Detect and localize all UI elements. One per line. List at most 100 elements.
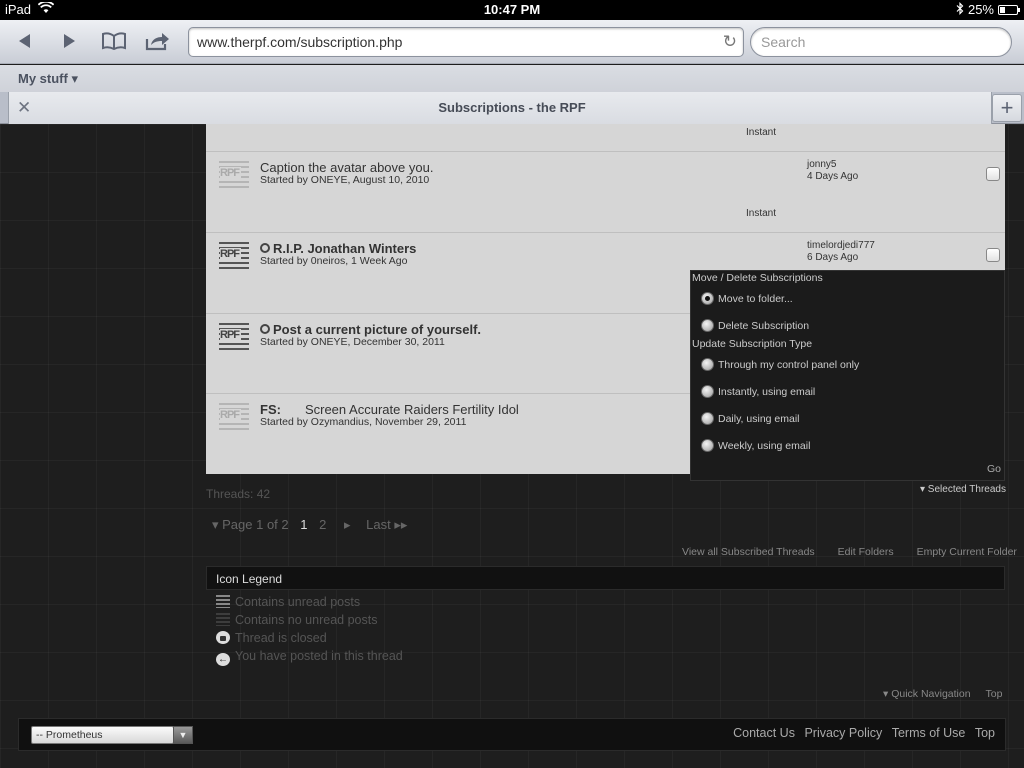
back-arrow-icon xyxy=(19,34,30,48)
thread-starter: Started by Ozymandius, November 29, 2011 xyxy=(260,416,467,428)
thread-starter: Started by ONEYE, August 10, 2010 xyxy=(260,174,430,186)
search-placeholder: Search xyxy=(761,34,806,50)
footer-top-link[interactable]: Top xyxy=(975,726,995,740)
pagination: ▾ Page 1 of 2 1 2 ▸ Last ▸▸ xyxy=(212,517,407,533)
style-select[interactable]: -- Prometheus xyxy=(31,726,174,744)
next-page-link[interactable]: ▸ xyxy=(344,517,351,532)
radio-icon xyxy=(701,439,714,452)
bookmarks-bar: My stuff ▾ xyxy=(0,65,1024,92)
last-page-link[interactable]: Last ▸▸ xyxy=(366,517,407,532)
radio-selected-icon xyxy=(701,292,714,305)
address-bar[interactable]: www.therpf.com/subscription.php ↻ xyxy=(188,27,744,57)
privacy-policy-link[interactable]: Privacy Policy xyxy=(804,726,882,740)
status-bar: iPad 10:47 PM 25% xyxy=(0,0,1024,20)
share-icon xyxy=(145,33,169,51)
thread-title-text: Screen Accurate Raiders Fertility Idol xyxy=(304,402,519,417)
page-1-current: 1 xyxy=(300,517,308,532)
radio-icon xyxy=(701,385,714,398)
legend-item: Contains unread posts xyxy=(216,595,360,609)
tab-subscriptions[interactable]: ✕ Subscriptions - the RPF xyxy=(8,92,992,124)
icon-legend-header: Icon Legend xyxy=(206,566,1005,590)
table-row: RPF Caption the avatar above you. Starte… xyxy=(206,151,1005,231)
new-tab-button[interactable]: + xyxy=(992,94,1022,122)
radio-label: Through my control panel only xyxy=(718,359,860,371)
legend-text: Thread is closed xyxy=(235,631,327,645)
thread-title-link[interactable]: R.I.P. Jonathan Winters xyxy=(260,241,416,256)
posted-dot-icon xyxy=(260,243,270,253)
tab-title: Subscriptions - the RPF xyxy=(438,100,586,115)
quick-navigation: ▾ Quick Navigation Top xyxy=(883,688,1002,700)
forward-arrow-icon xyxy=(64,34,75,48)
legend-text: Contains unread posts xyxy=(235,595,361,609)
no-unread-posts-icon xyxy=(216,613,230,626)
legend-item: Thread is closed xyxy=(216,631,327,645)
thread-checkbox[interactable] xyxy=(986,167,1000,181)
thread-read-icon: RPF xyxy=(219,400,249,430)
thread-starter: Started by ONEYE, December 30, 2011 xyxy=(260,336,445,348)
notify-type: Instant xyxy=(746,127,777,138)
terms-of-use-link[interactable]: Terms of Use xyxy=(892,726,966,740)
book-icon xyxy=(102,32,126,51)
last-post-date: 4 Days Ago xyxy=(807,171,859,182)
page-content: Instant RPF Caption the avatar above you… xyxy=(0,124,1024,768)
thread-unread-icon: RPF xyxy=(219,239,249,269)
edit-folders-link[interactable]: Edit Folders xyxy=(838,546,894,558)
last-poster[interactable]: timelordjedi777 xyxy=(807,240,875,251)
radio-label: Weekly, using email xyxy=(718,440,811,452)
thread-title-link[interactable]: FS: Screen Accurate Raiders Fertility Ido… xyxy=(260,402,519,417)
thread-checkbox[interactable] xyxy=(986,248,1000,262)
search-input[interactable]: Search xyxy=(750,27,1012,57)
radio-icon xyxy=(701,319,714,332)
thread-starter: Started by 0neiros, 1 Week Ago xyxy=(260,255,408,267)
thread-title-link[interactable]: Caption the avatar above you. xyxy=(260,160,433,175)
back-button[interactable] xyxy=(10,28,40,54)
legend-item: ← You have posted in this thread xyxy=(216,649,403,666)
subscription-links: View all Subscribed Threads Edit Folders… xyxy=(682,546,1017,558)
radio-icon xyxy=(701,358,714,371)
thread-title-link[interactable]: Post a current picture of yourself. xyxy=(260,322,481,337)
thread-unread-icon: RPF xyxy=(219,320,249,350)
share-button[interactable] xyxy=(142,28,174,54)
radio-label: Daily, using email xyxy=(718,413,800,425)
url-text: www.therpf.com/subscription.php xyxy=(197,34,403,50)
thread-read-icon: RPF xyxy=(219,158,249,188)
selected-threads-dropdown[interactable]: ▾ Selected Threads xyxy=(920,484,1006,495)
bookmark-folder-my-stuff[interactable]: My stuff ▾ xyxy=(18,71,78,87)
posted-arrow-icon: ← xyxy=(216,653,230,666)
radio-label: Move to folder... xyxy=(718,293,793,305)
radio-label: Delete Subscription xyxy=(718,320,810,332)
page-menu[interactable]: ▾ Page 1 of 2 xyxy=(212,517,289,532)
top-link[interactable]: Top xyxy=(985,688,1002,700)
contact-us-link[interactable]: Contact Us xyxy=(733,726,795,740)
legend-text: Contains no unread posts xyxy=(235,613,378,627)
footer-links: Contact Us Privacy Policy Terms of Use T… xyxy=(727,726,995,740)
tab-bar: ✕ Subscriptions - the RPF + xyxy=(0,92,1024,124)
chevron-down-icon[interactable]: ▼ xyxy=(173,726,193,744)
clock: 10:47 PM xyxy=(483,2,541,17)
view-all-subscribed-link[interactable]: View all Subscribed Threads xyxy=(682,546,815,558)
last-post-date: 6 Days Ago xyxy=(807,252,859,263)
thread-title-text: Post a current picture of yourself. xyxy=(273,322,482,337)
page-2-link[interactable]: 2 xyxy=(319,517,326,532)
radio-icon xyxy=(701,412,714,425)
bookmarks-button[interactable] xyxy=(98,28,130,54)
menu-header-move: Move / Delete Subscriptions xyxy=(692,272,823,284)
style-select-value: -- Prometheus xyxy=(36,729,103,741)
battery-percent: 25% xyxy=(967,2,994,17)
legend-text: You have posted in this thread xyxy=(235,649,403,663)
unread-posts-icon xyxy=(216,595,230,608)
go-button[interactable]: Go xyxy=(987,463,1001,475)
last-poster[interactable]: jonny5 xyxy=(807,159,836,170)
bluetooth-icon xyxy=(956,2,964,18)
battery-icon xyxy=(998,5,1020,15)
thread-title-text: R.I.P. Jonathan Winters xyxy=(273,241,417,256)
reload-icon[interactable]: ↻ xyxy=(723,32,737,52)
notify-type: Instant xyxy=(746,208,777,219)
lock-icon xyxy=(216,631,230,644)
forward-button[interactable] xyxy=(54,28,84,54)
empty-folder-link[interactable]: Empty Current Folder xyxy=(917,546,1017,558)
quick-navigation-menu[interactable]: ▾ Quick Navigation xyxy=(883,688,971,700)
footer: -- Prometheus ▼ Contact Us Privacy Polic… xyxy=(18,718,1006,751)
browser-toolbar: www.therpf.com/subscription.php ↻ Search xyxy=(0,20,1024,64)
posted-dot-icon xyxy=(260,324,270,334)
